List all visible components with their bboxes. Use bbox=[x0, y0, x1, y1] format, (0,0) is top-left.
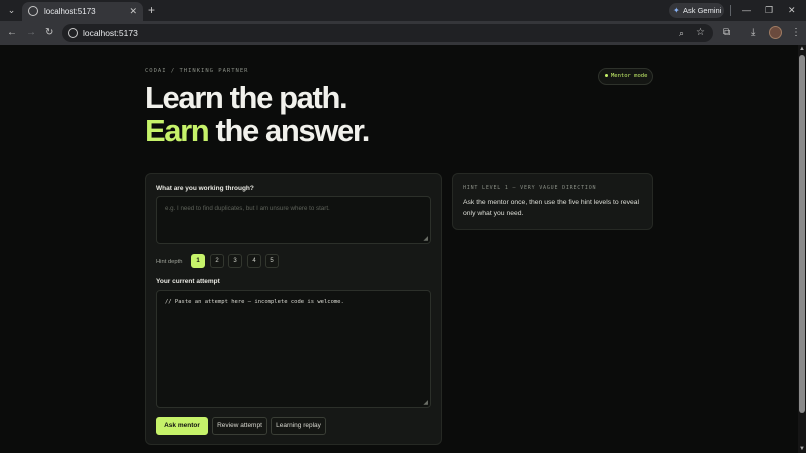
status-dot-icon bbox=[605, 74, 608, 77]
tab-search-icon[interactable]: ⌄ bbox=[5, 4, 18, 17]
hint-depth-3-button[interactable]: 3 bbox=[228, 254, 242, 268]
hero-line-1: Learn the path. bbox=[145, 80, 348, 115]
hint-depth-4-button[interactable]: 4 bbox=[247, 254, 261, 268]
hint-panel: HINT LEVEL 1 — VERY VAGUE DIRECTION Ask … bbox=[452, 173, 653, 230]
globe-icon bbox=[28, 6, 38, 16]
hint-text: Ask the mentor once, then use the five h… bbox=[463, 199, 640, 217]
forward-icon[interactable]: → bbox=[26, 26, 36, 40]
minimize-icon[interactable]: — bbox=[742, 3, 751, 17]
review-attempt-button[interactable]: Review attempt bbox=[212, 417, 267, 435]
ask-gemini-button[interactable]: ✦ Ask Gemini bbox=[669, 3, 724, 18]
eyebrow-label: CODAI / THINKING PARTNER bbox=[145, 68, 249, 74]
hero-line-2-rest: the answer. bbox=[208, 113, 371, 148]
page-viewport: CODAI / THINKING PARTNER Mentor mode Lea… bbox=[0, 45, 798, 453]
hint-depth-2-button[interactable]: 2 bbox=[210, 254, 224, 268]
zoom-icon[interactable]: ⌕ bbox=[679, 26, 684, 40]
hint-level-title: HINT LEVEL 1 — VERY VAGUE DIRECTION bbox=[463, 185, 597, 191]
download-icon[interactable]: ⤓ bbox=[751, 25, 755, 40]
back-icon[interactable]: ← bbox=[7, 26, 17, 40]
resize-handle-icon[interactable]: ◢ bbox=[423, 400, 428, 406]
ask-mentor-button[interactable]: Ask mentor bbox=[156, 417, 208, 435]
hint-depth-5-button[interactable]: 5 bbox=[265, 254, 279, 268]
bookmark-star-icon[interactable]: ☆ bbox=[696, 25, 705, 40]
reload-icon[interactable]: ↻ bbox=[45, 26, 53, 40]
hint-depth-1-button[interactable]: 1 bbox=[191, 254, 205, 268]
question-textarea[interactable]: e.g. I need to find duplicates, but I am… bbox=[156, 196, 431, 244]
window-close-icon[interactable]: ✕ bbox=[788, 3, 796, 17]
site-info-icon[interactable] bbox=[68, 28, 78, 38]
tab-close-icon[interactable]: ✕ bbox=[129, 5, 137, 18]
attempt-label: Your current attempt bbox=[156, 278, 220, 285]
hero-title: Learn the path. Earn the answer. bbox=[145, 80, 371, 148]
more-menu-icon[interactable]: ⋮ bbox=[791, 25, 801, 40]
gemini-sparkle-icon: ✦ bbox=[673, 6, 680, 15]
resize-handle-icon[interactable]: ◢ bbox=[423, 236, 428, 242]
page-scrollbar[interactable]: ▲ ▼ bbox=[798, 45, 806, 453]
attempt-code: // Paste an attempt here — incomplete co… bbox=[165, 299, 344, 305]
scrollbar-thumb[interactable] bbox=[799, 55, 805, 413]
hint-depth-label: Hint depth bbox=[156, 259, 183, 265]
browser-toolbar: ← → ↻ localhost:5173 ⌕ ☆ ⧉ ⤓ ⋮ bbox=[0, 21, 806, 45]
ask-gemini-label: Ask Gemini bbox=[683, 6, 722, 15]
question-placeholder: e.g. I need to find duplicates, but I am… bbox=[165, 205, 330, 212]
attempt-textarea[interactable]: // Paste an attempt here — incomplete co… bbox=[156, 290, 431, 408]
new-tab-icon[interactable]: + bbox=[148, 3, 155, 17]
url-text[interactable]: localhost:5173 bbox=[83, 26, 138, 40]
profile-avatar[interactable] bbox=[769, 26, 782, 39]
extensions-icon[interactable]: ⧉ bbox=[723, 25, 730, 40]
browser-tab-bar: ⌄ localhost:5173 ✕ + ✦ Ask Gemini — ❐ ✕ bbox=[0, 0, 806, 21]
hero-accent-word: Earn bbox=[145, 113, 210, 148]
question-label: What are you working through? bbox=[156, 185, 254, 192]
mentor-form-panel: What are you working through? e.g. I nee… bbox=[145, 173, 442, 445]
mentor-mode-badge[interactable]: Mentor mode bbox=[598, 68, 653, 85]
window-controls-divider bbox=[730, 5, 731, 16]
scroll-down-icon[interactable]: ▼ bbox=[799, 446, 805, 452]
scroll-up-icon[interactable]: ▲ bbox=[799, 46, 805, 52]
mentor-mode-label: Mentor mode bbox=[611, 73, 648, 79]
browser-tab[interactable]: localhost:5173 ✕ bbox=[22, 2, 143, 21]
restore-icon[interactable]: ❐ bbox=[765, 3, 773, 17]
hero-line-2: Earn the answer. bbox=[145, 113, 371, 148]
address-bar[interactable]: localhost:5173 ⌕ ☆ bbox=[62, 24, 713, 42]
tab-title: localhost:5173 bbox=[44, 7, 96, 16]
learning-replay-button[interactable]: Learning replay bbox=[271, 417, 326, 435]
